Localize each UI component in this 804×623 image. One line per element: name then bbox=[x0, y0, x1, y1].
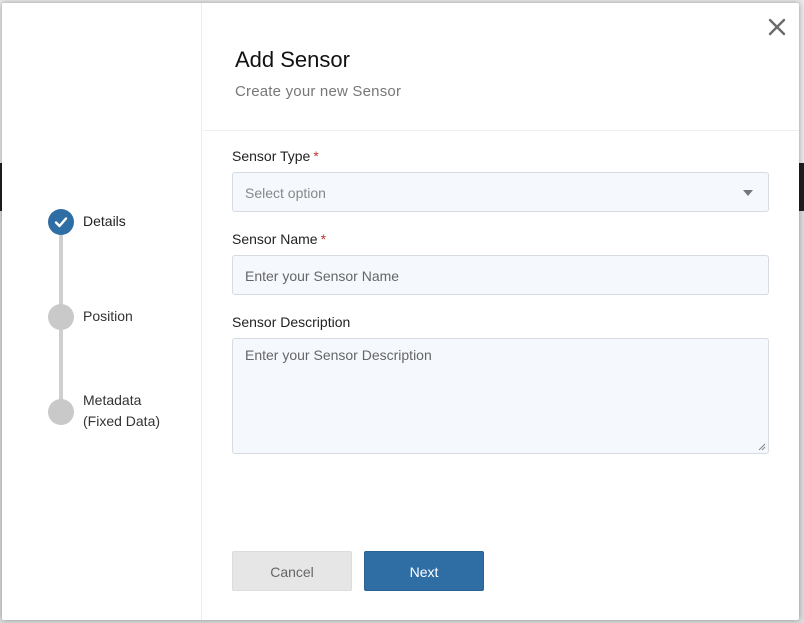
sensor-description-label: Sensor Description bbox=[232, 314, 351, 330]
close-button[interactable] bbox=[767, 17, 787, 37]
next-button[interactable]: Next bbox=[364, 551, 484, 591]
sensor-type-select[interactable]: Select option bbox=[232, 172, 769, 212]
resize-grip-icon[interactable] bbox=[758, 443, 766, 451]
sensor-type-label: Sensor Type * bbox=[232, 148, 319, 164]
step-metadata-label-line1: Metadata bbox=[83, 392, 142, 408]
required-mark: * bbox=[320, 231, 327, 247]
required-mark: * bbox=[313, 148, 319, 164]
sensor-name-placeholder: Enter your Sensor Name bbox=[245, 268, 400, 284]
stepper: Details Position Metadata (Fixed Data) bbox=[2, 3, 202, 620]
step-position-label[interactable]: Position bbox=[83, 306, 133, 327]
sensor-name-label-text: Sensor Name bbox=[232, 231, 318, 247]
step-details-label[interactable]: Details bbox=[83, 211, 126, 232]
dialog-subtitle: Create your new Sensor bbox=[235, 83, 402, 100]
dialog-header: Add Sensor Create your new Sensor bbox=[203, 3, 799, 131]
step-details-complete-indicator[interactable] bbox=[48, 209, 74, 235]
sensor-description-placeholder: Enter your Sensor Description bbox=[245, 347, 432, 363]
dialog-title: Add Sensor bbox=[235, 47, 350, 72]
chevron-down-icon bbox=[743, 190, 753, 196]
step-position-indicator[interactable] bbox=[48, 304, 74, 330]
add-sensor-dialog: Details Position Metadata (Fixed Data) A… bbox=[2, 3, 799, 620]
step-metadata-indicator[interactable] bbox=[48, 399, 74, 425]
sensor-name-label: Sensor Name * bbox=[232, 231, 326, 247]
close-icon bbox=[768, 18, 786, 36]
check-icon bbox=[54, 217, 68, 228]
sensor-type-label-text: Sensor Type bbox=[232, 148, 311, 164]
step-connector bbox=[59, 235, 63, 315]
sensor-type-placeholder: Select option bbox=[245, 185, 326, 201]
sensor-description-textarea[interactable]: Enter your Sensor Description bbox=[232, 338, 769, 454]
cancel-button[interactable]: Cancel bbox=[232, 551, 352, 591]
step-connector bbox=[59, 330, 63, 410]
step-metadata-label-line2: (Fixed Data) bbox=[83, 413, 161, 429]
sensor-name-input[interactable]: Enter your Sensor Name bbox=[232, 255, 769, 295]
step-metadata-label[interactable]: Metadata (Fixed Data) bbox=[83, 390, 160, 432]
